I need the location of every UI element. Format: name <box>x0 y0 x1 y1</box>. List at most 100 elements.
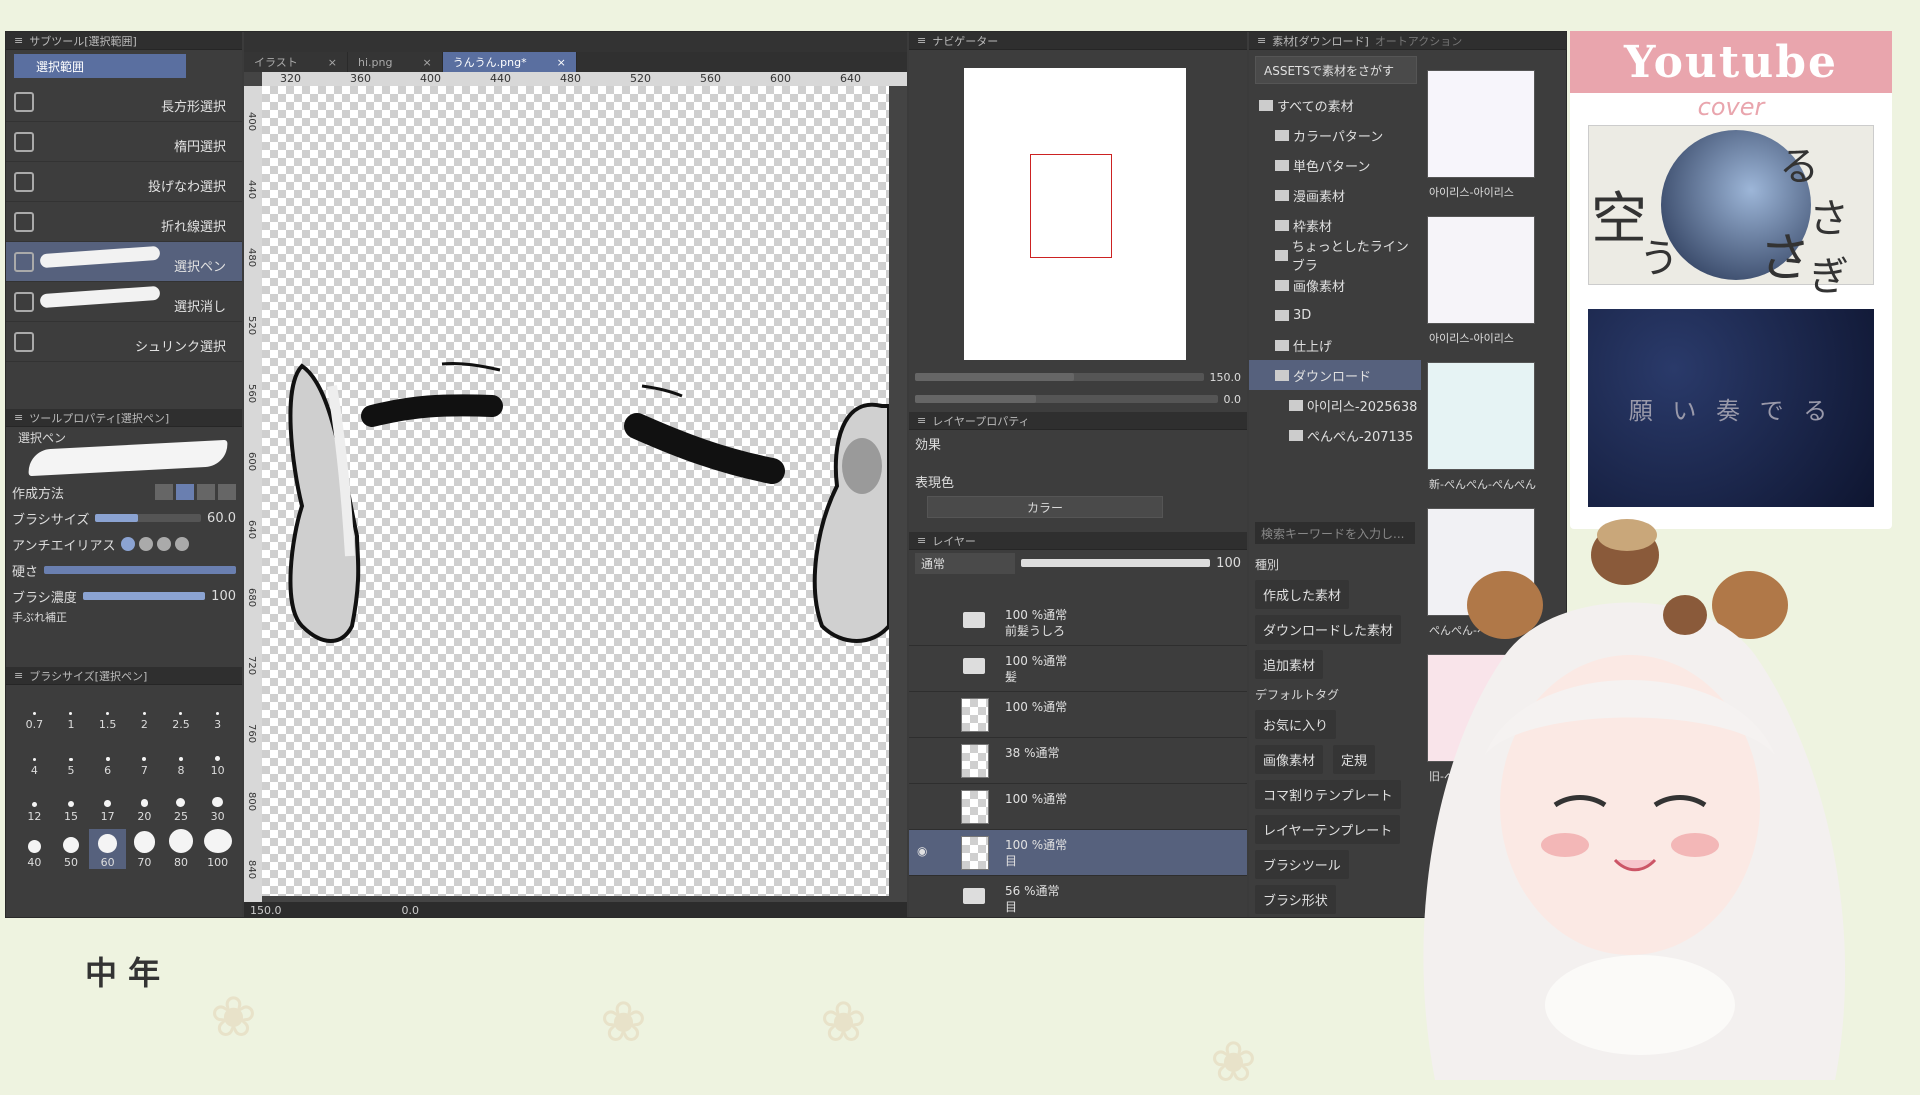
material-tree-item[interactable]: 画像素材 <box>1249 270 1421 300</box>
antialias-options[interactable] <box>121 537 190 551</box>
mode-intersect-icon[interactable] <box>218 484 236 500</box>
mode-new-icon[interactable] <box>155 484 173 500</box>
material-tag[interactable]: 定規 <box>1333 745 1376 774</box>
brush-size-preset[interactable]: 6 <box>89 737 126 777</box>
material-search-input[interactable]: 検索キーワードを入力し... <box>1255 522 1415 544</box>
material-tree-item[interactable]: 仕上げ <box>1249 330 1421 360</box>
ruler-tick-label: 720 <box>246 656 257 676</box>
material-tree-item[interactable]: 아이리스-2025638 <box>1249 390 1421 420</box>
material-tag[interactable]: ダウンロードした素材 <box>1255 615 1402 644</box>
material-tree-item[interactable]: すべての素材 <box>1249 90 1421 120</box>
material-tag[interactable]: 画像素材 <box>1255 745 1324 774</box>
brush-size-preset[interactable]: 40 <box>16 829 53 869</box>
tool-group-tab[interactable]: 選択範囲 <box>14 54 186 78</box>
expression-color-select[interactable]: カラー <box>927 496 1163 518</box>
density-slider[interactable] <box>82 592 206 600</box>
document-tab[interactable]: hi.png × <box>348 52 443 72</box>
material-tag[interactable]: 追加素材 <box>1255 650 1324 679</box>
close-icon[interactable]: × <box>422 56 431 69</box>
material-tree-item[interactable]: 単色パターン <box>1249 150 1421 180</box>
layer-row[interactable]: 56 %通常目 <box>909 876 1247 917</box>
canvas-zoom-value[interactable]: 150.0 <box>250 904 282 917</box>
layer-row[interactable]: 100 %通常 前髪うしろ <box>909 600 1247 646</box>
brush-size-preset[interactable]: 20 <box>126 783 163 823</box>
material-tag[interactable]: コマ割りテンプレート <box>1255 780 1401 809</box>
subtool-item[interactable]: 楕円選択 <box>6 122 242 162</box>
material-tag[interactable]: お気に入り <box>1255 710 1337 739</box>
document-tab[interactable]: うんうん.png* × <box>442 52 577 72</box>
hardness-slider[interactable] <box>44 566 236 574</box>
material-thumbnail[interactable] <box>1427 216 1535 324</box>
subtool-item[interactable]: 選択消し <box>6 282 242 322</box>
canvas-rotation-value[interactable]: 0.0 <box>402 904 420 917</box>
brush-size-preset[interactable]: 2 <box>126 691 163 731</box>
brush-size-preset[interactable]: 60 <box>89 829 126 869</box>
brush-size-preset[interactable]: 3 <box>199 691 236 731</box>
brush-size-preset[interactable]: 4 <box>16 737 53 777</box>
navigator-zoom-slider[interactable] <box>915 373 1204 381</box>
brush-size-preset[interactable]: 2.5 <box>163 691 200 731</box>
document-tab[interactable]: イラスト × <box>244 52 348 72</box>
material-tag[interactable]: ブラシツール <box>1255 850 1349 879</box>
brush-size-preset[interactable]: 0.7 <box>16 691 53 731</box>
brush-size-preset[interactable]: 50 <box>53 829 90 869</box>
subtool-item[interactable]: 折れ線選択 <box>6 202 242 242</box>
close-icon[interactable]: × <box>557 56 566 69</box>
blend-mode-select[interactable]: 通常 <box>915 552 1015 574</box>
subtool-item[interactable]: 長方形選択 <box>6 82 242 122</box>
material-thumbnail[interactable] <box>1427 70 1535 178</box>
brush-size-preset[interactable]: 30 <box>199 783 236 823</box>
navigator-preview[interactable] <box>964 68 1186 360</box>
brush-size-preset[interactable]: 80 <box>163 829 200 869</box>
brush-size-preset[interactable]: 10 <box>199 737 236 777</box>
material-tree-item[interactable]: ダウンロード <box>1249 360 1421 390</box>
material-tag[interactable]: レイヤーテンプレート <box>1255 815 1401 844</box>
navigator-angle-slider[interactable] <box>915 395 1218 403</box>
brush-size-preset[interactable]: 12 <box>16 783 53 823</box>
material-tag[interactable]: 作成した素材 <box>1255 580 1350 609</box>
subtool-item[interactable]: 投げなわ選択 <box>6 162 242 202</box>
layer-row[interactable]: 100 %通常 <box>909 784 1247 830</box>
subtool-item[interactable]: 選択ペン <box>6 242 242 282</box>
material-tree-item[interactable]: カラーパターン <box>1249 120 1421 150</box>
brush-size-preset[interactable]: 8 <box>163 737 200 777</box>
material-tag[interactable]: ブラシ形状 <box>1255 885 1336 914</box>
layer-row[interactable]: 38 %通常 <box>909 738 1247 784</box>
brush-size-preset[interactable]: 25 <box>163 783 200 823</box>
layer-row[interactable]: 100 %通常 <box>909 692 1247 738</box>
navigator-zoom-value[interactable]: 150.0 <box>1210 371 1242 384</box>
brush-size-label: 8 <box>177 764 185 777</box>
layer-row[interactable]: ◉ 100 %通常目 <box>909 830 1247 876</box>
brush-size-preset[interactable]: 5 <box>53 737 90 777</box>
brush-size-preset[interactable]: 15 <box>53 783 90 823</box>
layer-opacity-value[interactable]: 100 <box>1216 556 1241 571</box>
brush-size-preset[interactable]: 7 <box>126 737 163 777</box>
brush-size-preset[interactable]: 1 <box>53 691 90 731</box>
brush-size-slider[interactable] <box>95 514 202 522</box>
mode-subtract-icon[interactable] <box>197 484 215 500</box>
brush-size-preset[interactable]: 100 <box>199 829 236 869</box>
brush-size-preset[interactable]: 70 <box>126 829 163 869</box>
material-tree-item[interactable]: ちょっとしたラインブラ <box>1249 240 1421 274</box>
material-tree-item[interactable]: 3D <box>1249 300 1421 330</box>
subtool-item[interactable]: シュリンク選択 <box>6 322 242 362</box>
navigator-panel: ≡ ナビゲーター 150.0 0.0 <box>909 32 1247 412</box>
brush-size-preset[interactable]: 17 <box>89 783 126 823</box>
material-tree-item[interactable]: 漫画素材 <box>1249 180 1421 210</box>
subtool-label: シュリンク選択 <box>134 340 226 355</box>
navigator-viewport-frame[interactable] <box>1030 154 1112 258</box>
material-tree-item[interactable]: ぺんぺん-207135 <box>1249 420 1421 450</box>
material-thumbnail[interactable] <box>1427 362 1535 470</box>
layer-row[interactable]: 100 %通常髪 <box>909 646 1247 692</box>
close-icon[interactable]: × <box>328 56 337 69</box>
navigator-angle-value[interactable]: 0.0 <box>1224 393 1242 406</box>
layer-opacity-slider[interactable] <box>1021 559 1211 567</box>
drawing-canvas[interactable] <box>262 86 891 896</box>
brush-size-preset[interactable]: 1.5 <box>89 691 126 731</box>
brush-size-value[interactable]: 60.0 <box>207 511 236 526</box>
mode-add-icon[interactable] <box>176 484 194 500</box>
assets-search-button[interactable]: ASSETSで素材をさがす <box>1255 56 1417 84</box>
eye-icon[interactable]: ◉ <box>917 844 927 858</box>
auto-action-tab[interactable]: オートアクション <box>1375 33 1462 49</box>
density-value[interactable]: 100 <box>211 589 236 604</box>
